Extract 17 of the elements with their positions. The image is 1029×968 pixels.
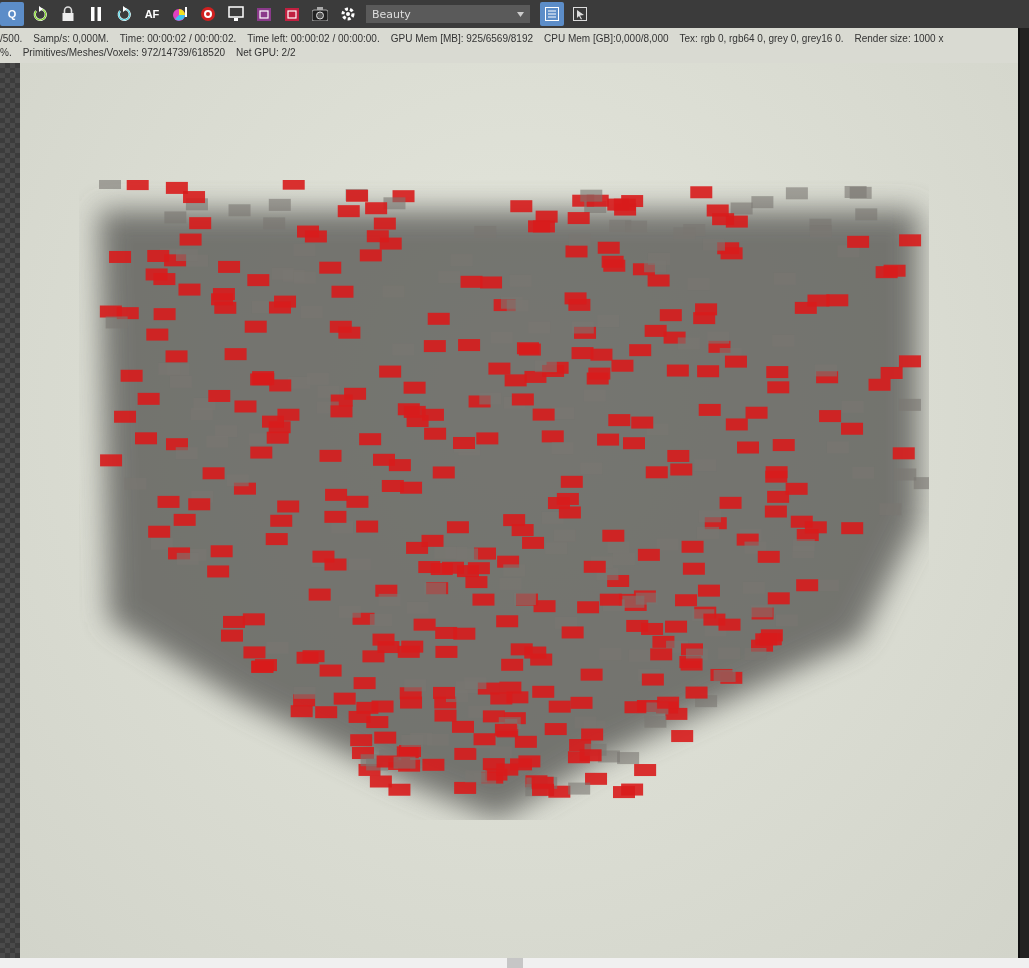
status-text: CPU Mem [GB]:0,000/8,000: [544, 32, 669, 46]
toolbar-button[interactable]: Q: [0, 2, 24, 26]
list-icon[interactable]: [540, 2, 564, 26]
status-text: GPU Mem [MB]: 925/6569/8192: [390, 32, 533, 46]
pass-dropdown[interactable]: Beauty: [366, 5, 530, 23]
toolbar-button[interactable]: AF: [140, 2, 164, 26]
status-text: Time left: 00:00:02 / 00:00:00.: [247, 32, 380, 46]
status-text: Render size: 1000 x: [854, 32, 944, 46]
status-text: Primitives/Meshes/Voxels: 972/14739/618520: [22, 46, 225, 60]
status-text: Samp/s: 0,000M.: [33, 32, 109, 46]
scrollbar-thumb[interactable]: [506, 958, 523, 968]
status-text: /500.: [0, 32, 23, 46]
status-text: Time: 00:00:02 / 00:00:02.: [119, 32, 237, 46]
caret-icon: [517, 11, 524, 17]
status-text: Tex: rgb 0, rgb64 0, grey 0, grey16 0.: [679, 32, 844, 46]
status-text: %.: [0, 46, 12, 60]
status-text: Net GPU: 2/2: [236, 46, 296, 60]
